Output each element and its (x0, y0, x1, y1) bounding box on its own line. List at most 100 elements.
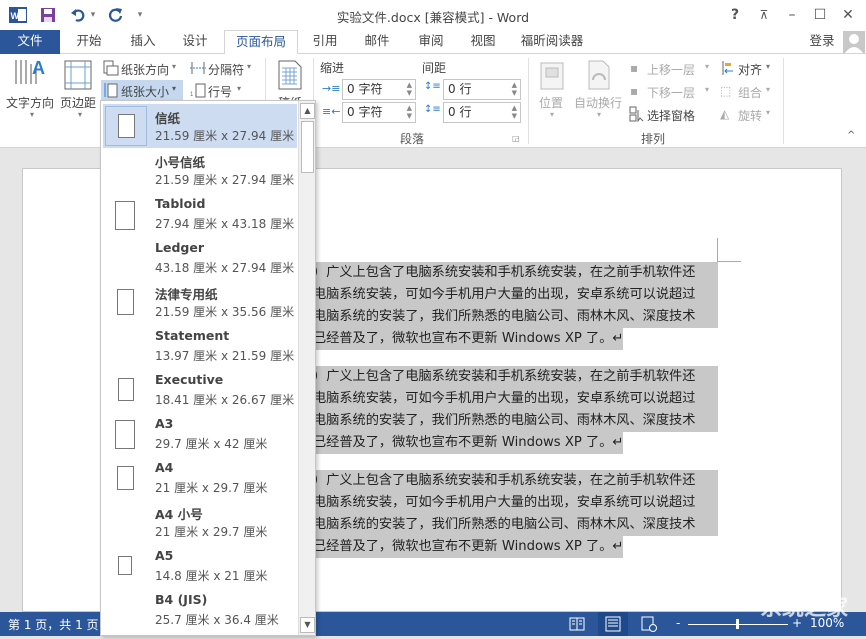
paper-thumbnail-icon (118, 378, 134, 401)
text-direction-button[interactable]: 文字方向 (6, 94, 54, 111)
spacing-before-icon: ↕≡ (424, 81, 441, 92)
indent-label: 缩进 (320, 61, 345, 75)
align-button[interactable]: 对齐 (738, 61, 762, 78)
rotate-dropdown[interactable]: ▾ (766, 108, 770, 117)
paper-size-item[interactable]: Statement 13.97 厘米 x 21.59 厘米 (103, 324, 297, 368)
orientation-dropdown[interactable]: ▾ (172, 62, 176, 71)
svg-text:A: A (32, 58, 45, 78)
spacing-after-spinner[interactable]: ▲ ▼ (512, 104, 517, 120)
paragraph-dialog-launcher[interactable]: ◲ (512, 134, 520, 143)
tab-review[interactable]: 审阅 (406, 30, 456, 54)
paragraph[interactable]: ）广义上包含了电脑系统安装和手机系统安装，在之前手机软件还 电脑系统安装，可如今… (313, 262, 718, 358)
rotate-button[interactable]: 旋转 (738, 107, 762, 124)
indent-left-input[interactable]: 0 字符 ▲ ▼ (342, 79, 416, 100)
read-mode-icon[interactable] (569, 616, 585, 635)
bring-forward-dropdown[interactable]: ▾ (705, 62, 709, 71)
ribbon-display-options-button[interactable]: ⊼ (752, 4, 776, 26)
indent-left-spinner[interactable]: ▲ ▼ (407, 81, 412, 97)
arrange-group-label: 排列 (641, 132, 666, 146)
paper-size-item[interactable]: A3 29.7 厘米 x 42 厘米 (103, 412, 297, 456)
text-direction-dropdown[interactable]: ▾ (30, 110, 34, 119)
tab-references[interactable]: 引用 (300, 30, 350, 54)
web-layout-icon[interactable] (641, 616, 657, 635)
send-backward-dropdown[interactable]: ▾ (705, 85, 709, 94)
indent-right-spinner[interactable]: ▲ ▼ (407, 104, 412, 120)
paper-size-item[interactable]: B4 (JIS) 25.7 厘米 x 36.4 厘米 (103, 588, 297, 632)
align-dropdown[interactable]: ▾ (766, 62, 770, 71)
page-count[interactable]: 第 1 页，共 1 页 (8, 616, 99, 633)
print-layout-icon[interactable] (598, 612, 628, 636)
size-label[interactable]: 纸张大小 (121, 83, 169, 100)
margins-icon (64, 60, 92, 93)
indent-right-icon: ≡← (322, 105, 341, 118)
help-button[interactable]: ? (723, 4, 747, 26)
selection-pane-icon (629, 106, 645, 125)
avatar[interactable] (843, 31, 865, 53)
tab-mailings[interactable]: 邮件 (352, 30, 402, 54)
send-backward-icon: ▪ (630, 84, 639, 98)
tab-insert[interactable]: 插入 (118, 30, 168, 54)
margins-dropdown[interactable]: ▾ (78, 110, 82, 119)
paper-thumbnail-icon (118, 556, 132, 575)
login-link[interactable]: 登录 (800, 30, 844, 54)
paper-size-item[interactable]: 小号信纸 21.59 厘米 x 27.94 厘米 (103, 148, 297, 192)
paper-thumbnail-icon (117, 289, 134, 315)
paper-size-item[interactable]: A5 14.8 厘米 x 21 厘米 (103, 544, 297, 588)
zoom-slider-handle[interactable] (736, 619, 739, 629)
paper-size-item[interactable]: 信纸 21.59 厘米 x 27.94 厘米 (103, 104, 297, 148)
scroll-up-button[interactable]: ▲ (300, 103, 315, 119)
line-numbers-icon: 1 2 3 (190, 82, 206, 101)
indent-left-icon: →≡ (322, 82, 341, 95)
paper-size-item[interactable]: Tabloid 27.94 厘米 x 43.18 厘米 (103, 192, 297, 236)
spacing-before-spinner[interactable]: ▲ ▼ (512, 81, 517, 97)
paper-size-icon (103, 82, 119, 101)
scroll-thumb[interactable] (301, 121, 314, 173)
group-icon: ⬚ (720, 84, 732, 98)
scroll-down-button[interactable]: ▼ (300, 617, 315, 633)
tab-page-layout[interactable]: 页面布局 (224, 30, 298, 55)
orientation-button[interactable]: 纸张方向 (121, 61, 169, 78)
ribbon-tabs: 文件 开始 插入 设计 页面布局 引用 邮件 审阅 视图 福昕阅读器 登录 (0, 30, 866, 55)
paper-size-item[interactable]: 法律专用纸 21.59 厘米 x 35.56 厘米 (103, 280, 297, 324)
selection-pane-button[interactable]: 选择窗格 (647, 107, 695, 124)
size-dropdown[interactable]: ▾ (172, 84, 176, 93)
paper-size-item[interactable]: A4 21 厘米 x 29.7 厘米 (103, 456, 297, 500)
minimize-button[interactable]: – (780, 4, 804, 26)
bring-forward-button[interactable]: 上移一层 (647, 61, 695, 78)
spacing-label: 间距 (422, 61, 447, 75)
wrap-text-dropdown[interactable]: ▾ (597, 110, 601, 119)
zoom-out-button[interactable]: - (676, 616, 680, 630)
breaks-button[interactable]: 分隔符 (208, 61, 244, 78)
paper-size-dropdown: 信纸 21.59 厘米 x 27.94 厘米 小号信纸 21.59 厘米 x 2… (100, 100, 316, 636)
orientation-icon (103, 60, 119, 79)
paragraph[interactable]: ）广义上包含了电脑系统安装和手机系统安装，在之前手机软件还 电脑系统安装，可如今… (313, 366, 718, 462)
breaks-icon (190, 60, 206, 79)
tab-home[interactable]: 开始 (64, 30, 114, 54)
tab-view[interactable]: 视图 (458, 30, 508, 54)
paper-size-item[interactable]: A4 小号 21 厘米 x 29.7 厘米 (103, 500, 297, 544)
spacing-after-input[interactable]: 0 行 ▲ ▼ (443, 102, 521, 123)
close-button[interactable]: ✕ (836, 4, 860, 26)
tab-foxit-reader[interactable]: 福昕阅读器 (514, 30, 590, 54)
group-button[interactable]: 组合 (738, 84, 762, 101)
indent-right-input[interactable]: 0 字符 ▲ ▼ (342, 102, 416, 123)
margins-button[interactable]: 页边距 (60, 94, 96, 111)
breaks-dropdown[interactable]: ▾ (247, 62, 251, 71)
spacing-after-icon: ↕≡ (424, 104, 441, 115)
line-numbers-button[interactable]: 行号 (208, 83, 232, 100)
spacing-before-input[interactable]: 0 行 ▲ ▼ (443, 79, 521, 100)
line-numbers-dropdown[interactable]: ▾ (237, 84, 241, 93)
group-dropdown[interactable]: ▾ (766, 85, 770, 94)
position-button[interactable]: 位置 (539, 94, 563, 111)
tab-file[interactable]: 文件 (0, 30, 60, 54)
wrap-text-button[interactable]: 自动换行 (574, 94, 622, 111)
position-dropdown[interactable]: ▾ (550, 110, 554, 119)
paper-size-item[interactable]: Executive 18.41 厘米 x 26.67 厘米 (103, 368, 297, 412)
collapse-ribbon-button[interactable]: ^ (847, 130, 855, 141)
paper-size-item[interactable]: Ledger 43.18 厘米 x 27.94 厘米 (103, 236, 297, 280)
paragraph[interactable]: ）广义上包含了电脑系统安装和手机系统安装，在之前手机软件还 电脑系统安装，可如今… (313, 470, 718, 566)
dropdown-scrollbar[interactable]: ▲ ▼ (298, 101, 315, 635)
maximize-button[interactable]: ☐ (808, 4, 832, 26)
send-backward-button[interactable]: 下移一层 (647, 84, 695, 101)
tab-design[interactable]: 设计 (170, 30, 220, 54)
